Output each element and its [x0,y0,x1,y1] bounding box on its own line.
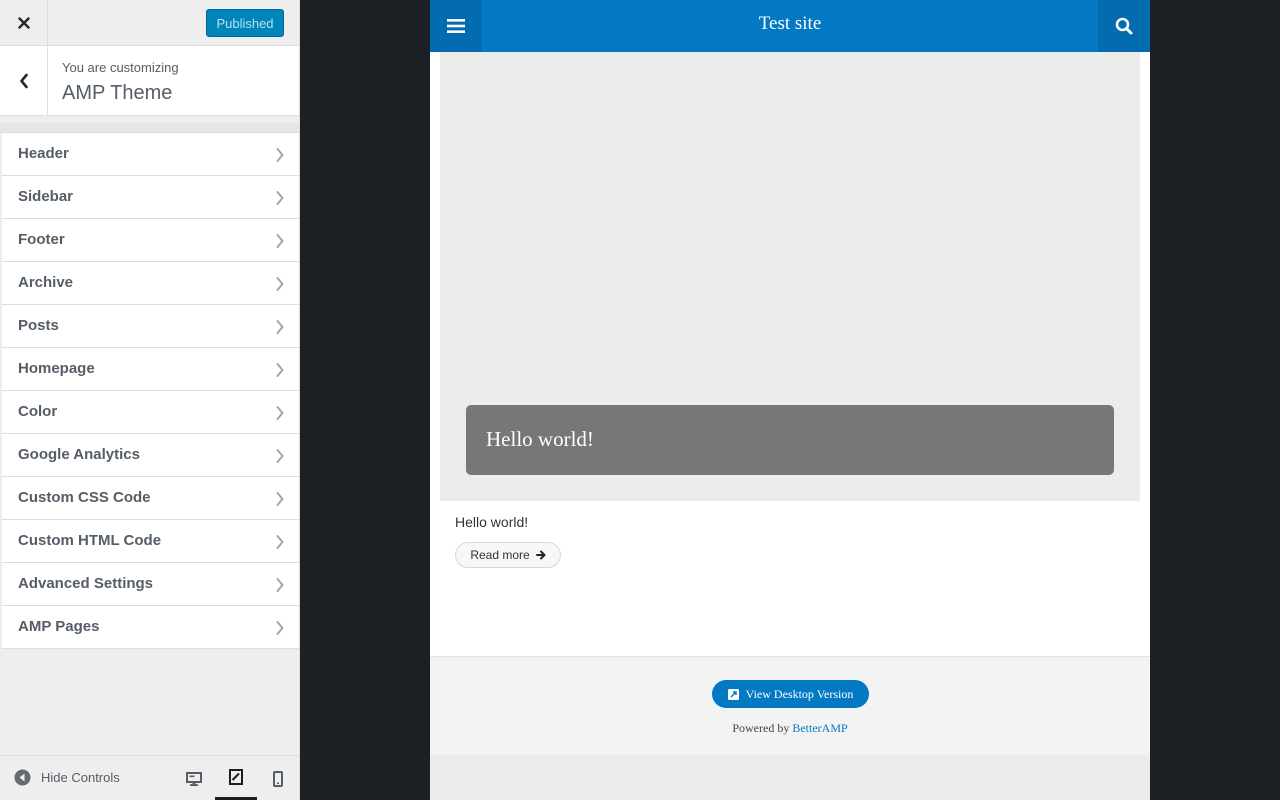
chevron-right-icon [276,621,284,635]
section-divider [0,123,299,133]
site-footer: View Desktop Version Powered by BetterAM… [430,656,1150,755]
tablet-icon [229,768,243,785]
chevron-right-icon [276,449,284,463]
desktop-icon [186,771,202,786]
panel-item-amp-pages[interactable]: AMP Pages [2,606,299,649]
panel-item-label: Footer [18,231,65,248]
chevron-right-icon [276,535,284,549]
below-footer-area [430,755,1150,800]
chevron-right-icon [276,363,284,377]
collapse-arrow-icon [14,769,31,786]
chevron-left-icon [19,73,28,89]
featured-post: Hello world! [440,52,1140,501]
read-more-label: Read more [470,548,530,562]
chevron-right-icon [276,492,284,506]
featured-caption[interactable]: Hello world! [466,405,1114,475]
betteramp-link[interactable]: BetterAMP [792,721,847,735]
panel-item-label: Color [18,403,58,420]
close-icon [17,16,30,29]
featured-post-title: Hello world! [486,427,594,451]
panel-item-custom-css[interactable]: Custom CSS Code [2,477,299,520]
chevron-right-icon [276,191,284,205]
post-excerpt: Hello world! [455,514,529,530]
theme-title: AMP Theme [62,82,173,104]
chevron-right-icon [276,234,284,248]
panel-item-label: Archive [18,274,74,291]
site-preview: Test site Hello world! Hello world! Read… [430,0,1150,800]
customizer-info: You are customizing AMP Theme [0,46,299,116]
panel-item-label: Sidebar [18,188,74,205]
hide-controls-label: Hide Controls [41,770,120,785]
search-button[interactable] [1098,0,1150,52]
external-link-icon [727,688,739,700]
mobile-icon [273,770,283,787]
panel-item-label: Homepage [18,360,95,377]
preview-tablet-button[interactable] [215,756,257,800]
panel-item-posts[interactable]: Posts [2,305,299,348]
powered-by-text: Powered by [732,721,790,735]
arrow-right-icon [535,550,546,560]
panel-item-advanced-settings[interactable]: Advanced Settings [2,563,299,606]
panel-item-label: Advanced Settings [18,575,154,592]
panel-item-header[interactable]: Header [2,133,299,176]
preview-desktop-button[interactable] [173,756,215,800]
panel-item-label: Posts [18,317,59,334]
site-header: Test site [430,0,1150,52]
hide-controls-button[interactable]: Hide Controls [14,769,120,786]
chevron-right-icon [276,406,284,420]
panel-item-footer[interactable]: Footer [2,219,299,262]
search-icon [1115,17,1133,35]
customizer-header: Published [0,0,299,46]
view-desktop-button[interactable]: View Desktop Version [712,680,869,708]
panel-item-label: AMP Pages [18,618,100,635]
chevron-right-icon [276,277,284,291]
back-button[interactable] [0,46,48,116]
publish-button[interactable]: Published [206,9,284,37]
panel-item-label: Custom CSS Code [18,489,151,506]
chevron-right-icon [276,578,284,592]
powered-by: Powered by BetterAMP [430,721,1150,736]
customizing-label: You are customizing [62,60,179,75]
panel-item-label: Google Analytics [18,446,140,463]
panel-item-archive[interactable]: Archive [2,262,299,305]
site-title[interactable]: Test site [430,13,1150,35]
panel-item-custom-html[interactable]: Custom HTML Code [2,520,299,563]
customizer-sidebar: Published You are customizing AMP Theme … [0,0,300,800]
panel-item-label: Custom HTML Code [18,532,162,549]
panel-item-homepage[interactable]: Homepage [2,348,299,391]
close-customizer-button[interactable] [0,0,48,45]
customizer-panel-list: Header Sidebar Footer Archive Posts Home… [2,133,299,649]
view-desktop-label: View Desktop Version [745,686,854,701]
panel-item-google-analytics[interactable]: Google Analytics [2,434,299,477]
chevron-right-icon [276,148,284,162]
panel-item-label: Header [18,145,69,162]
panel-item-sidebar[interactable]: Sidebar [2,176,299,219]
customizer-footer: Hide Controls [0,755,299,800]
panel-item-color[interactable]: Color [2,391,299,434]
chevron-right-icon [276,320,284,334]
read-more-button[interactable]: Read more [455,542,561,568]
preview-mobile-button[interactable] [257,756,299,800]
